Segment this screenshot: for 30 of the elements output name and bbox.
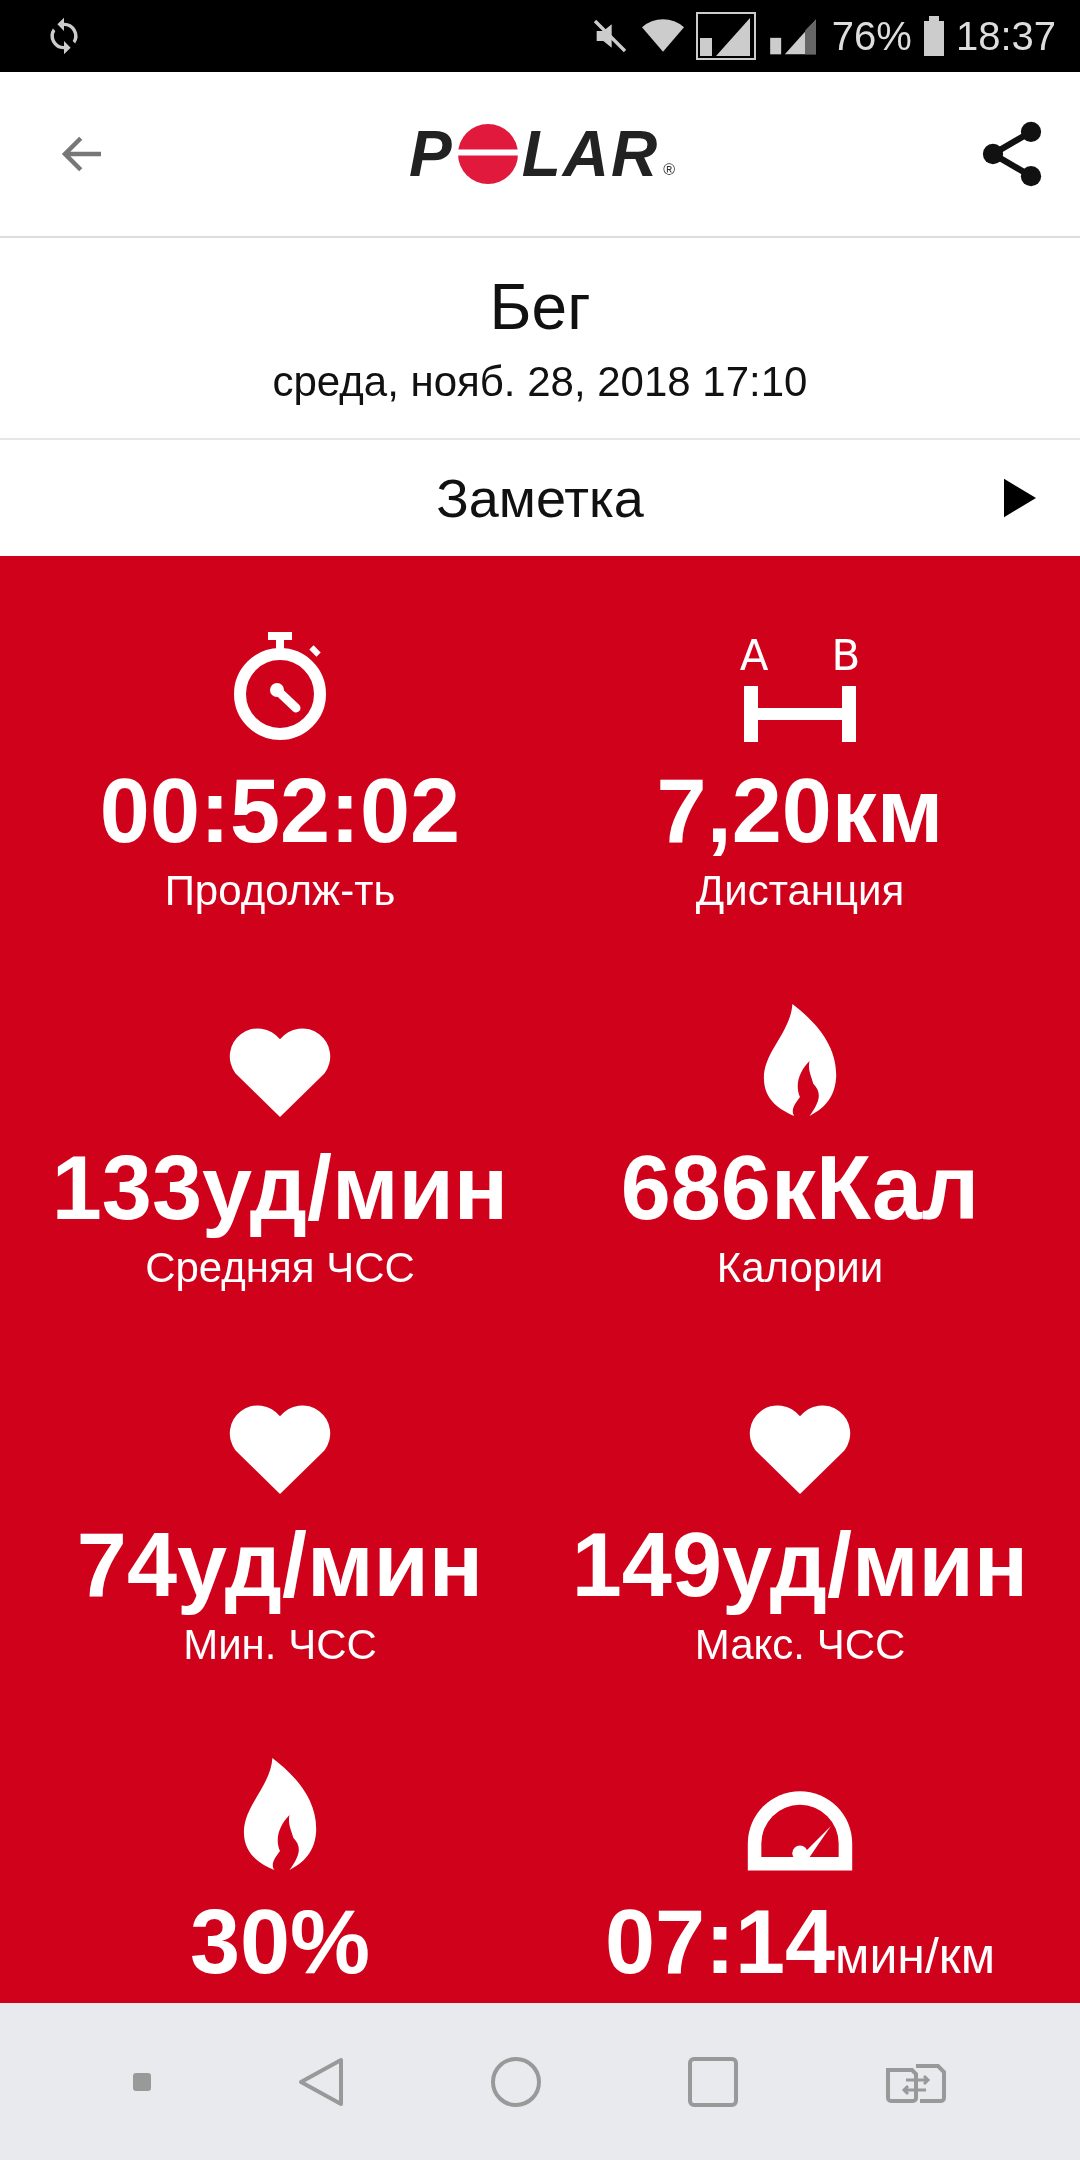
metric-label: Калории [716,1243,884,1292]
home-icon[interactable] [490,2055,542,2108]
metric-value: 133уд/мин [51,1141,509,1236]
metric-value: 7,20км [656,764,944,859]
flame-icon [762,1003,838,1119]
registered-mark: ® [663,161,675,179]
logo-circle-icon [457,124,518,184]
logo-text: P [409,117,454,191]
metric-label: Средняя ЧСС [145,1243,415,1292]
battery-icon [923,16,944,56]
metric-value: 149уд/мин [571,1518,1029,1613]
battery-percent: 76% [831,13,912,59]
metric-value: 686кКал [620,1141,980,1236]
back-icon[interactable] [297,2055,346,2108]
flame-icon [242,1757,318,1873]
metric-value: 00:52:02 [99,764,461,859]
metric-value: 07:14мин/км [604,1895,996,1990]
activity-datetime: среда, нояб. 28, 2018 17:10 [272,358,808,406]
metric-value: 30% [189,1895,371,1990]
clock: 18:37 [955,13,1056,59]
recents-icon[interactable] [686,2055,739,2108]
logo-text: LAR [521,117,660,191]
metric-label: Макс. ЧСС [694,1620,906,1669]
metric-label: Дистанция [695,866,905,915]
metric-label: Продолж-ть [164,866,396,915]
signal-icon [695,12,756,60]
play-icon [1004,478,1036,518]
activity-title: Бег [489,270,591,344]
metric-value: 74уд/мин [76,1518,484,1613]
metric-label: Мин. ЧСС [183,1620,377,1669]
